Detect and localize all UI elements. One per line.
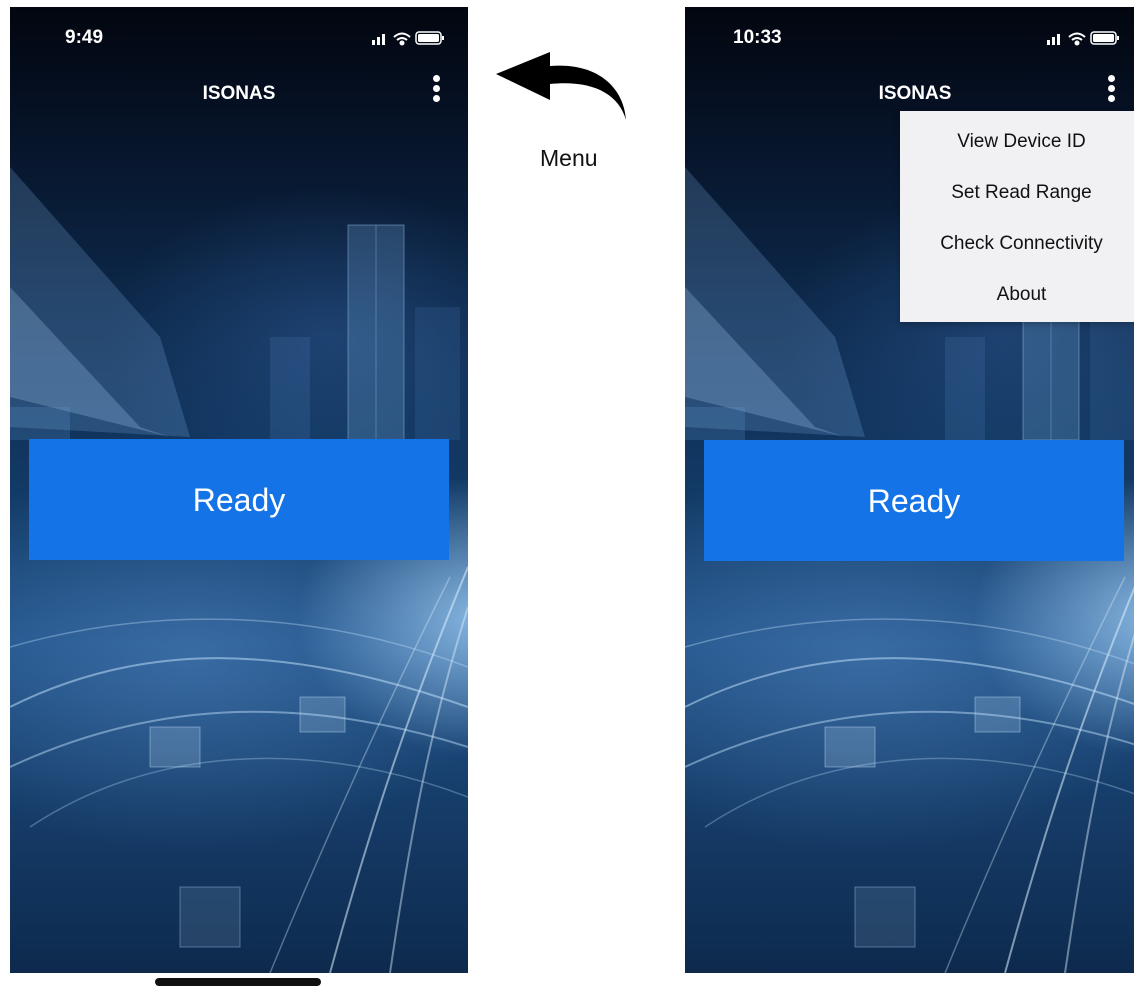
ready-button[interactable]: Ready [29,439,449,560]
more-vertical-icon[interactable] [1105,75,1117,111]
phone-screen-main: 9:49 ISONAS Ready [10,7,468,973]
menu-item-check-connectivity[interactable]: Check Connectivity [900,218,1134,269]
more-vertical-icon[interactable] [430,75,442,111]
wifi-icon [393,32,411,46]
menu-item-about[interactable]: About [900,269,1134,320]
battery-icon [1090,31,1119,45]
menu-item-view-device-id[interactable]: View Device ID [900,116,1134,167]
curved-arrow-left-icon [496,52,626,120]
signal-icon [372,34,385,45]
phone-screen-menu-open: 10:33 ISONAS Ready View Device ID Set Re… [685,7,1134,973]
status-time: 10:33 [733,27,782,48]
callout-label: Menu [540,145,598,171]
app-title: ISONAS [878,83,952,104]
overflow-menu: View Device ID Set Read Range Check Conn… [900,111,1134,322]
status-icons [372,31,444,46]
menu-item-set-read-range[interactable]: Set Read Range [900,167,1134,218]
battery-icon [415,31,444,45]
status-icons [1047,31,1119,46]
app-title: ISONAS [202,83,276,104]
home-indicator [155,978,321,986]
wifi-icon [1068,32,1086,46]
signal-icon [1047,34,1060,45]
ready-button[interactable]: Ready [704,440,1124,561]
status-time: 9:49 [65,27,104,48]
